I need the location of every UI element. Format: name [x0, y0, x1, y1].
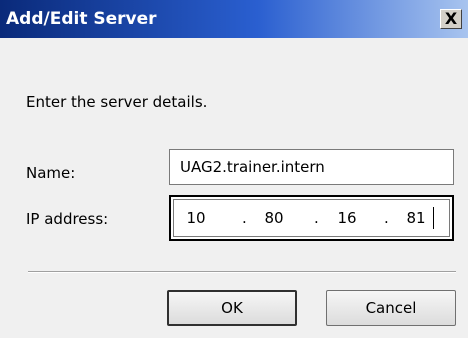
name-label: Name:: [26, 164, 76, 182]
ip-dot-separator: .: [384, 209, 389, 227]
ip-address-field[interactable]: 10 . 80 . 16 . 81: [169, 195, 454, 241]
ip-octet-2[interactable]: 80: [254, 209, 294, 227]
close-icon: X: [444, 9, 458, 28]
title-bar[interactable]: Add/Edit Server X: [0, 0, 468, 38]
text-caret: [433, 207, 434, 229]
ip-dot-separator: .: [242, 209, 247, 227]
ip-octet-3[interactable]: 16: [327, 209, 367, 227]
ok-button[interactable]: OK: [167, 290, 297, 326]
ip-address-inner: 10 . 80 . 16 . 81: [173, 199, 450, 237]
ip-octet-4[interactable]: 81: [396, 209, 436, 227]
divider: [28, 271, 456, 273]
ip-address-label: IP address:: [26, 210, 109, 228]
name-input[interactable]: UAG2.trainer.intern: [169, 149, 454, 185]
close-button[interactable]: X: [440, 9, 462, 29]
instruction-text: Enter the server details.: [26, 93, 208, 111]
ip-dot-separator: .: [314, 209, 319, 227]
add-edit-server-dialog: Add/Edit Server X Enter the server detai…: [0, 0, 468, 338]
window-title: Add/Edit Server: [6, 9, 157, 29]
cancel-button[interactable]: Cancel: [326, 290, 456, 326]
ip-octet-1[interactable]: 10: [176, 209, 216, 227]
